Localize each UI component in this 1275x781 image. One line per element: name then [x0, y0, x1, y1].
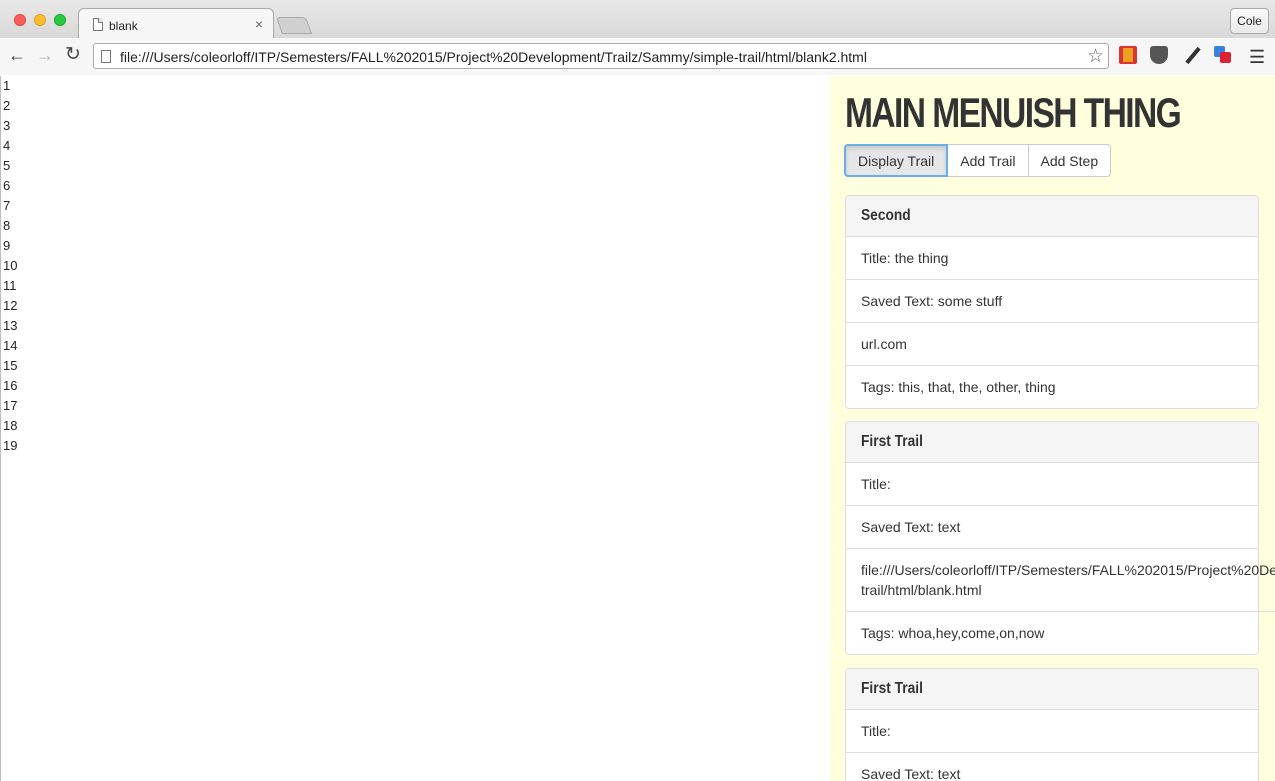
line-number: 12 [3, 298, 18, 313]
line-number: 13 [3, 318, 18, 333]
page-viewport: 1 2 3 4 5 6 7 8 9 10 11 12 13 14 15 16 17 18 19 MAIN MENUI… [0, 76, 1275, 781]
reload-icon[interactable]: ↻ [62, 44, 84, 66]
forward-icon[interactable]: → [34, 44, 56, 66]
add-step-button[interactable]: Add Step [1027, 144, 1112, 177]
menu-icon[interactable]: ☰ [1249, 47, 1265, 68]
list-item: Saved Text: text [846, 506, 1258, 549]
line-number: 10 [3, 258, 18, 273]
eyedropper-icon[interactable] [1183, 46, 1201, 64]
browser-chrome: blank × Cole ← → ↻ file:///Users/coleorl… [0, 0, 1275, 75]
pocket-icon[interactable] [1150, 46, 1168, 64]
close-tab-icon[interactable]: × [255, 16, 263, 32]
browser-toolbar: ← → ↻ file:///Users/coleorloff/ITP/Semes… [0, 38, 1275, 75]
browser-tab[interactable]: blank × [78, 8, 274, 39]
back-icon[interactable]: ← [6, 44, 28, 66]
display-trail-button[interactable]: Display Trail [844, 144, 949, 177]
panel-title: First Trail [861, 680, 923, 697]
new-tab-button[interactable] [275, 17, 313, 34]
line-numbers: 1 2 3 4 5 6 7 8 9 10 11 12 13 14 15 16 17 18 19 [3, 76, 17, 456]
sidebar: MAIN MENUISH THING Display Trail Add Tra… [830, 76, 1275, 781]
trail-panel: First Trail Title: Saved Text: text file… [845, 421, 1275, 655]
line-number: 8 [3, 218, 11, 233]
line-number: 6 [3, 178, 11, 193]
page-icon [101, 50, 111, 63]
bookmark-star-icon[interactable]: ☆ [1087, 45, 1104, 68]
add-trail-button[interactable]: Add Trail [947, 144, 1029, 177]
address-bar[interactable]: file:///Users/coleorloff/ITP/Semesters/F… [93, 43, 1109, 69]
list-item: Tags: whoa,hey,come,on,now [861, 625, 1045, 641]
line-number: 4 [3, 138, 11, 153]
line-number: 17 [3, 398, 18, 413]
line-number: 2 [3, 98, 11, 113]
list-item: Saved Text: text [861, 766, 961, 781]
trail-panel: First Trail Title: Saved Text: text [845, 668, 1259, 781]
panel-heading: First Trail [846, 422, 1258, 463]
panel-title: Second [861, 207, 911, 224]
line-number: 1 [3, 78, 11, 93]
extension-icon[interactable] [1214, 46, 1232, 64]
extension-book-icon[interactable] [1119, 46, 1137, 64]
window-maximize-button[interactable] [54, 14, 66, 26]
line-number: 9 [3, 238, 11, 253]
url-text[interactable]: file:///Users/coleorloff/ITP/Semesters/F… [120, 49, 867, 65]
line-number: 19 [3, 438, 18, 453]
trail-panel: Second Title: the thing Saved Text: some… [845, 195, 1259, 409]
line-number: 3 [3, 118, 11, 133]
list-item: Tags: this, that, the, other, thing [861, 379, 1056, 395]
panel-heading: Second [846, 196, 1258, 237]
page-icon [93, 18, 103, 31]
profile-button[interactable]: Cole [1230, 8, 1269, 34]
window-minimize-button[interactable] [34, 14, 46, 26]
list-item: Title: the thing [846, 237, 1258, 280]
line-number: 16 [3, 378, 18, 393]
line-number: 11 [3, 278, 17, 293]
line-number: 5 [3, 158, 11, 173]
line-number: 14 [3, 338, 18, 353]
button-group: Display Trail Add Trail Add Step [844, 144, 1112, 177]
list-item: url.com [846, 323, 1258, 366]
list-item: file:///Users/coleorloff/ITP/Semesters/F… [846, 549, 1275, 612]
line-number: 15 [3, 358, 18, 373]
tab-title: blank [109, 19, 138, 33]
list-item: Title: [846, 463, 1258, 506]
panel-title: First Trail [861, 433, 923, 450]
list-item: Title: [846, 710, 1258, 753]
line-number: 7 [3, 198, 11, 213]
page-title: MAIN MENUISH THING [845, 89, 1182, 136]
tab-strip: blank × Cole [0, 0, 1275, 39]
list-item: Saved Text: some stuff [846, 280, 1258, 323]
line-number: 18 [3, 418, 18, 433]
window-close-button[interactable] [14, 14, 26, 26]
panel-heading: First Trail [846, 669, 1258, 710]
